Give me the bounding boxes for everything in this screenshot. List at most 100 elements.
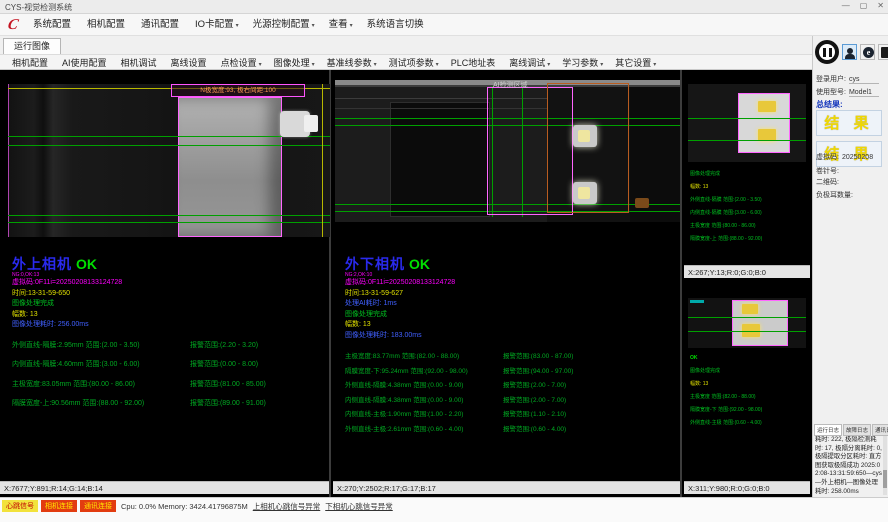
measurement-label: 隔膜宽度-下:95.24mm 范围:(92.00 - 98.00) xyxy=(345,365,503,375)
measurement-row: 外侧直线-隔膜:4.38mm 范围:(0.00 - 9.00) 报警范围:(2.… xyxy=(345,379,685,389)
camera-view-button[interactable] xyxy=(842,44,857,60)
camera-image-inner-bottom[interactable] xyxy=(688,298,806,348)
toolbar-button[interactable]: 相机调试 xyxy=(115,56,165,69)
chevron-down-icon: ▾ xyxy=(312,23,315,29)
result-text-block: 图像处理完成幅数: 13外侧直线-隔膜 范围:(2.00 - 3.50)内侧直线… xyxy=(690,168,808,263)
virtual-code-label: 虚拟码: xyxy=(816,154,839,161)
toolbar-button-label: 离线设置 xyxy=(171,58,207,68)
log-tab[interactable]: 通讯日志 xyxy=(872,424,888,436)
needle-number-label: 卷针号: xyxy=(816,168,839,175)
toolbar-button[interactable]: 其它设置▾ xyxy=(609,56,662,69)
info-lines: 虚拟码:0F11i=20250208133124728时间:13-31-59-6… xyxy=(345,278,685,341)
app-logo-icon: C xyxy=(2,16,24,34)
toolbar-button[interactable]: 离线设置 xyxy=(165,56,215,69)
chevron-down-icon: ▾ xyxy=(547,62,550,68)
menu-item-label: 光源控制配置 xyxy=(253,19,310,30)
measurement-alarm-range: 报警范围:(94.00 - 97.00) xyxy=(503,365,573,375)
menu-item[interactable]: 系统配置 xyxy=(26,14,80,36)
info-line: 虚拟码:0F11i=20250208133124728 xyxy=(345,278,685,289)
guide-line xyxy=(8,215,330,216)
control-buttons: e xyxy=(815,40,888,64)
baseline-yellow-line xyxy=(322,84,323,237)
pause-button[interactable] xyxy=(815,40,839,64)
measurement-alarm-range: 报警范围:(0.00 - 8.00) xyxy=(190,359,258,369)
info-line: 主极宽度 范围:(80.00 - 86.00) xyxy=(690,220,808,233)
log-tab[interactable]: 运行日志 xyxy=(814,424,842,436)
measurement-label: 主极宽度:83.05mm 范围:(80.00 - 86.00) xyxy=(12,379,190,389)
toolbar-button[interactable]: 离线调试▾ xyxy=(503,56,556,69)
info-line: 隔膜宽度-下 范围:(92.00 - 98.00) xyxy=(690,404,808,417)
toolbar-button-label: 相机调试 xyxy=(121,58,157,68)
camera-image-inner-top[interactable] xyxy=(688,84,806,162)
window-title: CYS-视觉检测系统 xyxy=(5,2,72,13)
menu-item[interactable]: 系统语言切换 xyxy=(360,14,433,36)
toolbar-button[interactable]: 点检设置▾ xyxy=(215,56,268,69)
maximize-button[interactable]: ▢ xyxy=(860,1,868,10)
log-scrollbar[interactable] xyxy=(883,436,887,495)
menu-item-label: IO卡配置 xyxy=(195,19,234,30)
info-line: 图像处理完成 xyxy=(690,168,808,181)
login-user-label: 登录用户: xyxy=(816,76,846,83)
measurement-row: 内侧直线-主极:1.90mm 范围:(1.00 - 2.20) 报警范围:(1.… xyxy=(345,408,685,418)
menu-item[interactable]: 通讯配置 xyxy=(134,14,188,36)
toolbar-button[interactable]: 基准线参数▾ xyxy=(321,56,383,69)
tab-run-image[interactable]: 运行图像 xyxy=(3,38,61,54)
toolbar-button[interactable]: AI使用配置 xyxy=(56,56,115,69)
exit-icon xyxy=(881,47,888,58)
status-badges: 心跳信号相机连接通讯连接 xyxy=(2,500,116,512)
measurement-alarm-range: 报警范围:(2.00 - 7.00) xyxy=(503,379,566,389)
qrcode-row: 二维码: xyxy=(816,177,839,187)
menu-item[interactable]: 光源控制配置▾ xyxy=(246,14,322,36)
camera-image-outer-top[interactable]: N极宽度:93, 极右间距:100 xyxy=(8,84,330,237)
info-line: 主极宽度 范围:(82.00 - 88.00) xyxy=(690,391,808,404)
needle-number-row: 卷针号: xyxy=(816,166,839,176)
camera-view-inner-top[interactable]: 图像处理完成幅数: 13外侧直线-隔膜 范围:(2.00 - 3.50)内侧直线… xyxy=(684,70,810,278)
virtual-code-value: 20250208 xyxy=(842,154,873,161)
measurement-alarm-range: 报警范围:(1.10 - 2.10) xyxy=(503,408,566,418)
measurement-alarm-range: 报警范围:(89.00 - 91.00) xyxy=(190,398,266,408)
measurement-row: 内侧直线-隔膜:4.60mm 范围:(3.00 - 6.00) 报警范围:(0.… xyxy=(12,359,327,369)
result-text: 结 果 xyxy=(824,115,873,132)
qrcode-label: 二维码: xyxy=(816,179,839,186)
menu-item-label: 通讯配置 xyxy=(141,19,179,30)
camera-image-outer-bottom[interactable]: AI检测区域 xyxy=(335,80,680,222)
guide-line xyxy=(688,317,806,318)
toolbar-button-label: 测试项参数 xyxy=(389,58,434,68)
anode-tab-count-row: 负极耳数量: xyxy=(816,190,853,200)
info-line: 幅数: 13 xyxy=(690,378,808,391)
camera-view-outer-top[interactable]: N极宽度:93, 极右间距:100 外上相机OK NG:0,OK:13 虚拟码:… xyxy=(0,70,331,497)
measurement-row: 外侧直线-隔膜:2.95mm 范围:(2.00 - 3.50) 报警范围:(2.… xyxy=(12,340,327,350)
log-tab[interactable]: 故障日志 xyxy=(843,424,871,436)
app-window: CYS-视觉检测系统 — ▢ ✕ C 系统配置 相机配置 通讯配置 IO卡配置▾… xyxy=(0,0,888,522)
menu-item-label: 相机配置 xyxy=(87,19,125,30)
toolbar-button[interactable]: 学习参数▾ xyxy=(556,56,609,69)
bottom-camera-heartbeat-warning: 下相机心跳信号异常 xyxy=(325,501,393,512)
toolbar-button[interactable]: PLC地址表 xyxy=(445,56,504,69)
measurement-alarm-range: 报警范围:(83.00 - 87.00) xyxy=(503,350,573,360)
toolbar-button[interactable]: 相机配置 xyxy=(6,56,56,69)
camera-person-icon xyxy=(847,48,853,54)
status-badge: 通讯连接 xyxy=(80,500,116,512)
guide-line xyxy=(8,145,330,146)
pixel-coordinate-bar: X:270;Y:2502;R:17;G:17;B:17 xyxy=(333,481,680,494)
toolbar-button[interactable]: 图像处理▾ xyxy=(268,56,321,69)
measurement-alarm-range: 报警范围:(2.00 - 7.00) xyxy=(503,394,566,404)
camera-view-inner-bottom[interactable]: OK图像处理完成幅数: 13主极宽度 范围:(82.00 - 88.00)隔膜宽… xyxy=(684,280,810,497)
toolbar: 相机配置 AI使用配置 相机调试 离线设置 点检设置▾ 图像处理▾ 基准线参数▾… xyxy=(0,54,812,70)
toolbar-button[interactable]: 测试项参数▾ xyxy=(383,56,445,69)
menu-item[interactable]: IO卡配置▾ xyxy=(188,14,246,36)
close-button[interactable]: ✕ xyxy=(877,1,884,10)
measurement-label: 主极宽度:83.77mm 范围:(82.00 - 88.00) xyxy=(345,350,503,360)
exit-button[interactable] xyxy=(878,44,888,60)
result-box-top: 结 果 xyxy=(816,110,882,136)
scrollbar-thumb[interactable] xyxy=(883,470,887,488)
camera-view-outer-bottom[interactable]: AI检测区域 外下相机OK NG:2,OK:10 虚拟码:0F11i=20250… xyxy=(333,70,682,497)
menu-item[interactable]: 相机配置 xyxy=(80,14,134,36)
minimize-button[interactable]: — xyxy=(842,1,850,10)
browser-button[interactable]: e xyxy=(860,44,875,60)
orange-glow-element xyxy=(635,198,649,208)
e-icon: e xyxy=(863,47,874,58)
menu-item[interactable]: 查看▾ xyxy=(322,14,360,36)
info-line: 幅数: 13 xyxy=(345,320,685,331)
electrode-region xyxy=(732,300,788,346)
